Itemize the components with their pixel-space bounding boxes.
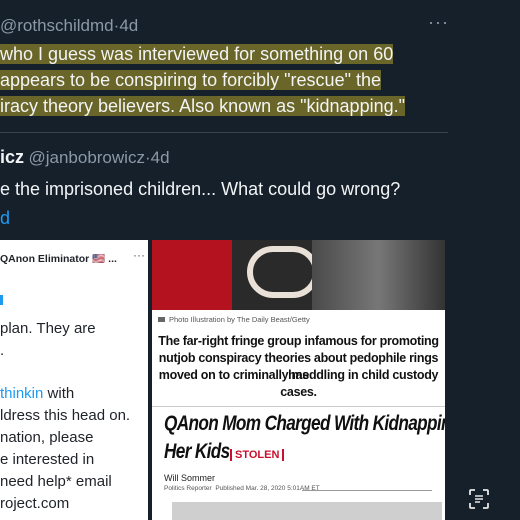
article-lower-photo (172, 502, 442, 520)
embed-line-3: ldress this head on. (0, 407, 131, 424)
article-photo (152, 240, 445, 310)
embedded-tweet-screenshot[interactable]: QAnon Eliminator 🇺🇸 ... ··· plan. They a… (0, 240, 148, 520)
more-options-icon[interactable]: ··· (428, 12, 449, 33)
article-caption-1: The far-right fringe group infamous for … (158, 334, 439, 348)
article-headline-2: Her Kids (164, 440, 230, 463)
camera-icon (158, 317, 165, 322)
article-caption-4: cases. (280, 385, 317, 399)
stolen-tag: STOLEN (230, 449, 285, 461)
article-caption-3: moved on to criminally meddling in child… (158, 368, 439, 382)
tweet1-line-2: appears to be conspiring to forcibly "re… (0, 70, 381, 90)
tweet1-meta: @rothschildmd·4d (0, 16, 139, 35)
embed-line-2: . (0, 342, 5, 359)
embed-account-row: QAnon Eliminator 🇺🇸 ... (0, 253, 117, 265)
embed-line-7: roject.com (0, 495, 70, 512)
tweet2-text: e the imprisoned children... What could … (0, 179, 401, 199)
tweet2-link[interactable]: d (0, 206, 10, 230)
embed-line-5: e interested in (0, 451, 95, 468)
tweet2-meta: icz @janbobrowicz·4d (0, 147, 170, 167)
tweet1-line-3: iracy theory believers. Also known as "k… (0, 96, 405, 116)
embed-account-name: QAnon Eliminator (0, 253, 90, 265)
embed-line-6: need help* email (0, 473, 112, 490)
article-byline: Politics Reporter Published Mar. 28, 202… (164, 485, 320, 492)
tweet-divider (0, 132, 448, 133)
embed-more-icon: ··· (133, 248, 145, 262)
tweet2-time[interactable]: 4d (151, 148, 170, 167)
q-symbol-icon (247, 246, 319, 298)
article-author: Will Sommer (164, 473, 215, 483)
tweet1-handle[interactable]: @rothschildmd (0, 16, 114, 35)
tweet1-time[interactable]: 4d (119, 16, 138, 35)
embed-link-marker (0, 295, 3, 305)
embed-line-4: nation, please (0, 429, 94, 446)
embed-mention: thinkin (0, 385, 44, 402)
photo-credit: Photo Illustration by The Daily Beast/Ge… (158, 315, 310, 324)
article-headline-1: QAnon Mom Charged With Kidnapping (164, 412, 445, 435)
tweet2-name[interactable]: icz (0, 147, 24, 167)
tweet2-handle[interactable]: @janbobrowicz (28, 148, 144, 167)
embed-line-1: plan. They are (0, 320, 96, 337)
tweet1-line-1: who I guess was interviewed for somethin… (0, 44, 394, 64)
embed-mention-line: thinkin with (0, 385, 75, 402)
embedded-article-screenshot[interactable]: Photo Illustration by The Daily Beast/Ge… (152, 240, 445, 520)
flag-icon: 🇺🇸 (92, 253, 106, 265)
scan-text-icon[interactable] (468, 488, 490, 510)
